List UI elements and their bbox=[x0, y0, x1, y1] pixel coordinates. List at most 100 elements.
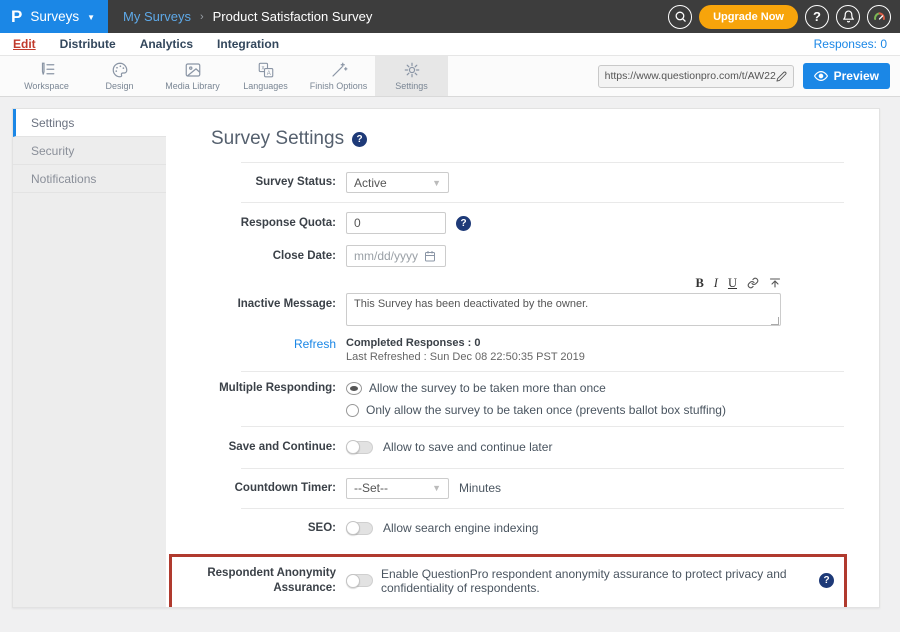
toolbar-label: Settings bbox=[395, 81, 428, 91]
search-icon bbox=[674, 10, 687, 23]
countdown-timer-value: --Set-- bbox=[354, 481, 388, 495]
toolbar-item-languages[interactable]: x A Languages bbox=[229, 56, 302, 96]
chevron-down-icon: ▼ bbox=[432, 178, 441, 188]
notifications-button[interactable] bbox=[836, 5, 860, 29]
toolbar-label: Languages bbox=[243, 81, 288, 91]
sidebar-item-settings[interactable]: Settings bbox=[13, 109, 166, 137]
seo-description: Allow search engine indexing bbox=[383, 521, 538, 535]
settings-sidebar: Settings Security Notifications bbox=[13, 109, 166, 607]
response-quota-input[interactable] bbox=[346, 212, 446, 234]
image-upload-icon[interactable] bbox=[769, 277, 781, 289]
responses-count[interactable]: Responses: 0 bbox=[814, 37, 887, 51]
multiple-responding-label: Multiple Responding: bbox=[166, 381, 346, 396]
help-button[interactable]: ? bbox=[805, 5, 829, 29]
edit-url-pencil-icon[interactable] bbox=[776, 71, 787, 82]
survey-status-select[interactable]: Active ▼ bbox=[346, 172, 449, 193]
save-and-continue-row: Save and Continue: Allow to save and con… bbox=[166, 427, 879, 468]
upgrade-now-button[interactable]: Upgrade Now bbox=[699, 5, 798, 29]
toolbar-label: Finish Options bbox=[310, 81, 368, 91]
refresh-link[interactable]: Refresh bbox=[166, 337, 346, 351]
countdown-timer-select[interactable]: --Set-- ▼ bbox=[346, 478, 449, 499]
breadcrumb-my-surveys[interactable]: My Surveys bbox=[123, 9, 191, 24]
inactive-message-textarea[interactable]: This Survey has been deactivated by the … bbox=[346, 293, 781, 326]
toolbar-item-workspace[interactable]: Workspace bbox=[10, 56, 83, 96]
header-actions: Upgrade Now ? bbox=[668, 0, 900, 33]
calendar-icon[interactable] bbox=[424, 250, 436, 262]
product-name: Surveys bbox=[30, 9, 79, 24]
sidebar-item-notifications[interactable]: Notifications bbox=[13, 165, 166, 193]
survey-url-text: https://www.questionpro.com/t/AW22Zf4yf bbox=[605, 70, 776, 82]
radio-label: Allow the survey to be taken more than o… bbox=[369, 381, 606, 395]
survey-status-row: Survey Status: Active ▼ bbox=[166, 163, 879, 202]
save-and-continue-label: Save and Continue: bbox=[166, 440, 346, 455]
survey-status-label: Survey Status: bbox=[166, 175, 346, 190]
tab-distribute[interactable]: Distribute bbox=[60, 37, 116, 51]
toggle-knob bbox=[346, 521, 360, 535]
radio-allow-once[interactable]: Only allow the survey to be taken once (… bbox=[346, 403, 726, 417]
sidebar-item-security[interactable]: Security bbox=[13, 137, 166, 165]
image-icon bbox=[184, 61, 202, 79]
gauge-icon bbox=[872, 9, 887, 24]
toggle-knob bbox=[346, 440, 360, 454]
bold-button[interactable]: B bbox=[695, 277, 703, 290]
preview-button[interactable]: Preview bbox=[803, 63, 890, 89]
radio-selected-icon bbox=[346, 382, 362, 395]
translate-icon: x A bbox=[257, 61, 275, 79]
magic-wand-icon bbox=[330, 61, 348, 79]
radio-unselected-icon bbox=[346, 404, 359, 417]
countdown-timer-row: Countdown Timer: --Set-- ▼ Minutes bbox=[166, 469, 879, 508]
eye-icon bbox=[814, 69, 828, 83]
seo-toggle[interactable] bbox=[346, 522, 373, 535]
seo-row: SEO: Allow search engine indexing bbox=[166, 509, 879, 546]
tab-integration[interactable]: Integration bbox=[217, 37, 279, 51]
close-date-label: Close Date: bbox=[166, 249, 346, 264]
respondent-anonymity-toggle[interactable] bbox=[346, 574, 373, 587]
last-refreshed-text: Last Refreshed : Sun Dec 08 22:50:35 PST… bbox=[346, 351, 585, 363]
chevron-down-icon: ▼ bbox=[87, 11, 95, 22]
close-date-input[interactable] bbox=[354, 249, 424, 263]
save-and-continue-toggle[interactable] bbox=[346, 441, 373, 454]
completed-responses-text: Completed Responses : 0 bbox=[346, 337, 585, 349]
close-date-field bbox=[346, 245, 446, 267]
toolbar-item-settings[interactable]: Settings bbox=[375, 56, 448, 96]
save-and-continue-description: Allow to save and continue later bbox=[383, 440, 552, 454]
questionpro-logo: P bbox=[11, 8, 22, 25]
account-meter-button[interactable] bbox=[867, 5, 891, 29]
settings-card: Settings Security Notifications Survey S… bbox=[12, 108, 880, 608]
breadcrumb: My Surveys › Product Satisfaction Survey bbox=[108, 0, 668, 33]
inactive-message-label: Inactive Message: bbox=[166, 276, 346, 312]
bell-icon bbox=[842, 10, 855, 23]
preview-label: Preview bbox=[834, 69, 879, 83]
surveys-product-menu[interactable]: P Surveys ▼ bbox=[0, 0, 108, 33]
response-quota-label: Response Quota: bbox=[166, 216, 346, 231]
toolbar-item-finish-options[interactable]: Finish Options bbox=[302, 56, 375, 96]
edit-toolbar: Workspace Design Media Library x A bbox=[0, 55, 900, 97]
responses-summary-row: Refresh Completed Responses : 0 Last Ref… bbox=[166, 333, 879, 371]
respondent-anonymity-description: Enable QuestionPro respondent anonymity … bbox=[381, 567, 811, 595]
seo-label: SEO: bbox=[166, 521, 346, 536]
radio-allow-multiple[interactable]: Allow the survey to be taken more than o… bbox=[346, 381, 726, 395]
top-header-bar: P Surveys ▼ My Surveys › Product Satisfa… bbox=[0, 0, 900, 33]
respondent-anonymity-help-icon[interactable]: ? bbox=[819, 573, 834, 588]
workspace-icon bbox=[38, 61, 56, 79]
page-title: Survey Settings bbox=[211, 128, 344, 150]
underline-button[interactable]: U bbox=[728, 277, 737, 290]
tab-edit[interactable]: Edit bbox=[13, 37, 36, 51]
response-quota-help-icon[interactable]: ? bbox=[456, 216, 471, 231]
toolbar-item-media-library[interactable]: Media Library bbox=[156, 56, 229, 96]
italic-button[interactable]: I bbox=[714, 277, 718, 290]
link-icon[interactable] bbox=[747, 277, 759, 289]
survey-settings-help-icon[interactable]: ? bbox=[352, 132, 367, 147]
toolbar-item-design[interactable]: Design bbox=[83, 56, 156, 96]
breadcrumb-separator: › bbox=[200, 11, 204, 23]
response-quota-row: Response Quota: ? bbox=[166, 203, 879, 243]
search-button[interactable] bbox=[668, 5, 692, 29]
toolbar-label: Media Library bbox=[165, 81, 220, 91]
tab-analytics[interactable]: Analytics bbox=[140, 37, 193, 51]
survey-url-field[interactable]: https://www.questionpro.com/t/AW22Zf4yf bbox=[598, 65, 794, 88]
palette-icon bbox=[111, 61, 129, 79]
countdown-timer-unit: Minutes bbox=[459, 481, 501, 495]
settings-content: Survey Settings ? Survey Status: Active … bbox=[166, 109, 879, 607]
gear-icon bbox=[403, 61, 421, 79]
rich-text-toolbar: B I U bbox=[346, 276, 781, 290]
